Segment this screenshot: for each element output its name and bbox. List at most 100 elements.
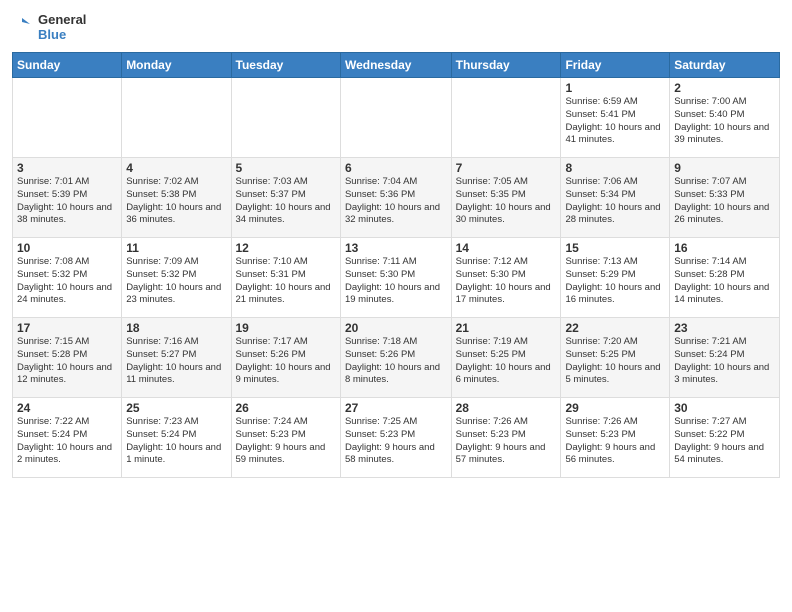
day-number: 16 bbox=[674, 241, 775, 255]
calendar-cell: 2Sunrise: 7:00 AMSunset: 5:40 PMDaylight… bbox=[670, 78, 780, 158]
header: General Blue bbox=[12, 10, 780, 46]
calendar-cell: 12Sunrise: 7:10 AMSunset: 5:31 PMDayligh… bbox=[231, 238, 340, 318]
calendar-week-2: 3Sunrise: 7:01 AMSunset: 5:39 PMDaylight… bbox=[13, 158, 780, 238]
day-info: Sunrise: 7:06 AMSunset: 5:34 PMDaylight:… bbox=[565, 176, 665, 227]
calendar-header-row: SundayMondayTuesdayWednesdayThursdayFrid… bbox=[13, 53, 780, 78]
day-info: Sunrise: 7:10 AMSunset: 5:31 PMDaylight:… bbox=[236, 256, 336, 307]
logo: General Blue bbox=[12, 10, 86, 46]
day-info: Sunrise: 7:02 AMSunset: 5:38 PMDaylight:… bbox=[126, 176, 226, 227]
day-info: Sunrise: 7:00 AMSunset: 5:40 PMDaylight:… bbox=[674, 96, 775, 147]
day-info: Sunrise: 7:24 AMSunset: 5:23 PMDaylight:… bbox=[236, 416, 336, 467]
day-info: Sunrise: 7:15 AMSunset: 5:28 PMDaylight:… bbox=[17, 336, 117, 387]
day-header-monday: Monday bbox=[122, 53, 231, 78]
day-info: Sunrise: 7:20 AMSunset: 5:25 PMDaylight:… bbox=[565, 336, 665, 387]
logo-line2: Blue bbox=[38, 28, 86, 43]
calendar-cell: 26Sunrise: 7:24 AMSunset: 5:23 PMDayligh… bbox=[231, 398, 340, 478]
day-info: Sunrise: 7:09 AMSunset: 5:32 PMDaylight:… bbox=[126, 256, 226, 307]
calendar-cell bbox=[340, 78, 451, 158]
calendar-cell: 17Sunrise: 7:15 AMSunset: 5:28 PMDayligh… bbox=[13, 318, 122, 398]
day-info: Sunrise: 7:21 AMSunset: 5:24 PMDaylight:… bbox=[674, 336, 775, 387]
calendar-cell bbox=[122, 78, 231, 158]
day-header-tuesday: Tuesday bbox=[231, 53, 340, 78]
calendar-cell: 4Sunrise: 7:02 AMSunset: 5:38 PMDaylight… bbox=[122, 158, 231, 238]
day-header-saturday: Saturday bbox=[670, 53, 780, 78]
day-info: Sunrise: 6:59 AMSunset: 5:41 PMDaylight:… bbox=[565, 96, 665, 147]
day-info: Sunrise: 7:25 AMSunset: 5:23 PMDaylight:… bbox=[345, 416, 447, 467]
day-info: Sunrise: 7:22 AMSunset: 5:24 PMDaylight:… bbox=[17, 416, 117, 467]
day-number: 8 bbox=[565, 161, 665, 175]
day-number: 7 bbox=[456, 161, 557, 175]
day-number: 13 bbox=[345, 241, 447, 255]
day-number: 25 bbox=[126, 401, 226, 415]
calendar-cell: 20Sunrise: 7:18 AMSunset: 5:26 PMDayligh… bbox=[340, 318, 451, 398]
calendar-cell: 11Sunrise: 7:09 AMSunset: 5:32 PMDayligh… bbox=[122, 238, 231, 318]
day-number: 20 bbox=[345, 321, 447, 335]
calendar-week-3: 10Sunrise: 7:08 AMSunset: 5:32 PMDayligh… bbox=[13, 238, 780, 318]
day-header-friday: Friday bbox=[561, 53, 670, 78]
day-number: 5 bbox=[236, 161, 336, 175]
calendar-cell: 13Sunrise: 7:11 AMSunset: 5:30 PMDayligh… bbox=[340, 238, 451, 318]
calendar-cell: 6Sunrise: 7:04 AMSunset: 5:36 PMDaylight… bbox=[340, 158, 451, 238]
day-number: 9 bbox=[674, 161, 775, 175]
calendar-cell: 8Sunrise: 7:06 AMSunset: 5:34 PMDaylight… bbox=[561, 158, 670, 238]
day-info: Sunrise: 7:01 AMSunset: 5:39 PMDaylight:… bbox=[17, 176, 117, 227]
calendar-cell: 28Sunrise: 7:26 AMSunset: 5:23 PMDayligh… bbox=[451, 398, 561, 478]
day-number: 28 bbox=[456, 401, 557, 415]
day-number: 10 bbox=[17, 241, 117, 255]
calendar-cell: 25Sunrise: 7:23 AMSunset: 5:24 PMDayligh… bbox=[122, 398, 231, 478]
calendar-table: SundayMondayTuesdayWednesdayThursdayFrid… bbox=[12, 52, 780, 478]
day-number: 12 bbox=[236, 241, 336, 255]
day-number: 22 bbox=[565, 321, 665, 335]
day-number: 18 bbox=[126, 321, 226, 335]
day-number: 4 bbox=[126, 161, 226, 175]
day-header-wednesday: Wednesday bbox=[340, 53, 451, 78]
day-info: Sunrise: 7:08 AMSunset: 5:32 PMDaylight:… bbox=[17, 256, 117, 307]
day-number: 17 bbox=[17, 321, 117, 335]
day-info: Sunrise: 7:11 AMSunset: 5:30 PMDaylight:… bbox=[345, 256, 447, 307]
calendar-cell bbox=[13, 78, 122, 158]
calendar-cell: 3Sunrise: 7:01 AMSunset: 5:39 PMDaylight… bbox=[13, 158, 122, 238]
day-number: 26 bbox=[236, 401, 336, 415]
day-number: 2 bbox=[674, 81, 775, 95]
day-info: Sunrise: 7:17 AMSunset: 5:26 PMDaylight:… bbox=[236, 336, 336, 387]
day-number: 30 bbox=[674, 401, 775, 415]
day-info: Sunrise: 7:07 AMSunset: 5:33 PMDaylight:… bbox=[674, 176, 775, 227]
day-number: 29 bbox=[565, 401, 665, 415]
calendar-cell bbox=[231, 78, 340, 158]
day-info: Sunrise: 7:23 AMSunset: 5:24 PMDaylight:… bbox=[126, 416, 226, 467]
day-info: Sunrise: 7:05 AMSunset: 5:35 PMDaylight:… bbox=[456, 176, 557, 227]
day-number: 19 bbox=[236, 321, 336, 335]
day-number: 6 bbox=[345, 161, 447, 175]
calendar-cell bbox=[451, 78, 561, 158]
page-container: General Blue SundayMondayTuesdayWednesda… bbox=[0, 0, 792, 486]
calendar-cell: 21Sunrise: 7:19 AMSunset: 5:25 PMDayligh… bbox=[451, 318, 561, 398]
calendar-cell: 16Sunrise: 7:14 AMSunset: 5:28 PMDayligh… bbox=[670, 238, 780, 318]
day-number: 23 bbox=[674, 321, 775, 335]
day-header-thursday: Thursday bbox=[451, 53, 561, 78]
day-info: Sunrise: 7:04 AMSunset: 5:36 PMDaylight:… bbox=[345, 176, 447, 227]
calendar-cell: 14Sunrise: 7:12 AMSunset: 5:30 PMDayligh… bbox=[451, 238, 561, 318]
day-info: Sunrise: 7:27 AMSunset: 5:22 PMDaylight:… bbox=[674, 416, 775, 467]
calendar-cell: 9Sunrise: 7:07 AMSunset: 5:33 PMDaylight… bbox=[670, 158, 780, 238]
calendar-cell: 29Sunrise: 7:26 AMSunset: 5:23 PMDayligh… bbox=[561, 398, 670, 478]
calendar-week-5: 24Sunrise: 7:22 AMSunset: 5:24 PMDayligh… bbox=[13, 398, 780, 478]
day-info: Sunrise: 7:03 AMSunset: 5:37 PMDaylight:… bbox=[236, 176, 336, 227]
day-number: 14 bbox=[456, 241, 557, 255]
day-info: Sunrise: 7:18 AMSunset: 5:26 PMDaylight:… bbox=[345, 336, 447, 387]
calendar-cell: 22Sunrise: 7:20 AMSunset: 5:25 PMDayligh… bbox=[561, 318, 670, 398]
day-info: Sunrise: 7:13 AMSunset: 5:29 PMDaylight:… bbox=[565, 256, 665, 307]
calendar-cell: 15Sunrise: 7:13 AMSunset: 5:29 PMDayligh… bbox=[561, 238, 670, 318]
day-number: 15 bbox=[565, 241, 665, 255]
day-number: 3 bbox=[17, 161, 117, 175]
day-info: Sunrise: 7:19 AMSunset: 5:25 PMDaylight:… bbox=[456, 336, 557, 387]
calendar-week-1: 1Sunrise: 6:59 AMSunset: 5:41 PMDaylight… bbox=[13, 78, 780, 158]
day-number: 27 bbox=[345, 401, 447, 415]
calendar-cell: 24Sunrise: 7:22 AMSunset: 5:24 PMDayligh… bbox=[13, 398, 122, 478]
calendar-cell: 19Sunrise: 7:17 AMSunset: 5:26 PMDayligh… bbox=[231, 318, 340, 398]
day-number: 11 bbox=[126, 241, 226, 255]
calendar-cell: 7Sunrise: 7:05 AMSunset: 5:35 PMDaylight… bbox=[451, 158, 561, 238]
day-info: Sunrise: 7:14 AMSunset: 5:28 PMDaylight:… bbox=[674, 256, 775, 307]
calendar-cell: 5Sunrise: 7:03 AMSunset: 5:37 PMDaylight… bbox=[231, 158, 340, 238]
logo-bird-icon bbox=[12, 10, 34, 46]
day-number: 21 bbox=[456, 321, 557, 335]
